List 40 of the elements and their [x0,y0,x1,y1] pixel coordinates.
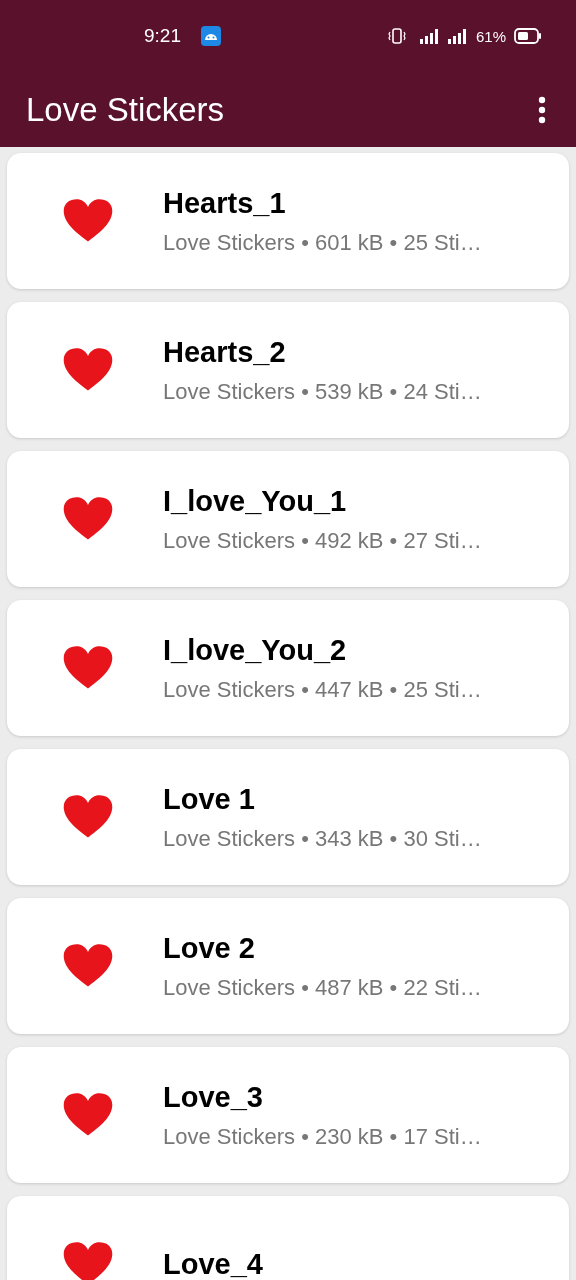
sticker-pack-card[interactable]: I_love_You_1 Love Stickers • 492 kB • 27 Sti… [7,451,569,587]
signal-icon [419,28,440,44]
pack-title: Hearts_2 [163,335,287,369]
battery-icon [514,28,542,44]
heart-sticker-image [62,198,114,244]
app-title: Love Stickers [26,90,225,129]
heart-sticker-image [62,1241,114,1280]
pack-title: Love 1 [163,782,256,816]
pack-title: I_love_You_2 [163,633,348,667]
heart-sticker-image [62,794,114,840]
status-time: 9:21 [144,25,181,47]
pack-title: Love 2 [163,931,256,965]
heart-sticker-image [62,645,114,691]
sticker-pack-card[interactable]: Love 2 Love Stickers • 487 kB • 22 Sti… [7,898,569,1034]
battery-percent: 61% [475,27,506,45]
sticker-pack-card[interactable]: I_love_You_2 Love Stickers • 447 kB • 25 Sti… [7,600,569,736]
signal-icon [447,28,468,44]
sticker-pack-card[interactable]: Hearts_2 Love Stickers • 539 kB • 24 Sti… [7,302,569,438]
pack-details: Love Stickers • 343 kB • 30 Sti… [163,825,482,852]
vibrate-icon [387,28,406,44]
heart-sticker-image [62,496,114,542]
sticker-pack-card[interactable]: Love_3 Love Stickers • 230 kB • 17 Sti… [7,1047,569,1183]
sticker-pack-card[interactable]: Love_4 [7,1196,569,1280]
sticker-pack-card[interactable]: Love 1 Love Stickers • 343 kB • 30 Sti… [7,749,569,885]
pack-details: Love Stickers • 492 kB • 27 Sti… [163,527,482,554]
more-options-icon[interactable] [538,95,546,124]
pack-title: Love_3 [163,1080,264,1114]
pack-details: Love Stickers • 447 kB • 25 Sti… [163,676,482,703]
pack-details: Love Stickers • 230 kB • 17 Sti… [163,1123,482,1150]
android-icon [201,26,221,46]
heart-sticker-image [62,347,114,393]
heart-sticker-image [62,943,114,989]
sticker-pack-card[interactable]: Hearts_1 Love Stickers • 601 kB • 25 Sti… [7,153,569,289]
pack-details: Love Stickers • 601 kB • 25 Sti… [163,229,482,256]
pack-details: Love Stickers • 487 kB • 22 Sti… [163,974,482,1001]
pack-details: Love Stickers • 539 kB • 24 Sti… [163,378,482,405]
pack-title: Love_4 [163,1247,263,1280]
pack-title: Hearts_1 [163,186,287,220]
heart-sticker-image [62,1092,114,1138]
pack-title: I_love_You_1 [163,484,348,518]
